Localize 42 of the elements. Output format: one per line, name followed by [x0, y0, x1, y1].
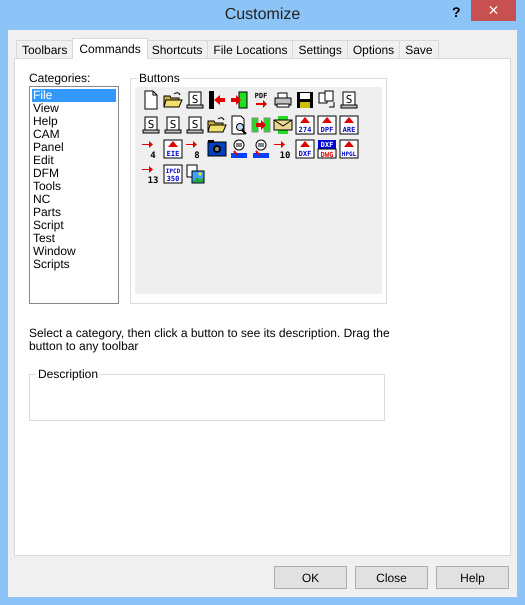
envelope-icon[interactable] — [273, 114, 293, 134]
category-item[interactable]: Tools — [32, 180, 116, 193]
folder-icon[interactable] — [207, 114, 227, 134]
tab[interactable]: Options — [346, 40, 400, 58]
instruction-text: Select a category, then click a button to see its description. Drag the button to any toolbar — [29, 327, 391, 353]
category-item[interactable]: Help — [32, 115, 116, 128]
image-copy-icon[interactable] — [185, 164, 205, 184]
robot-icon[interactable] — [251, 139, 271, 159]
magnifier-document-icon[interactable] — [229, 114, 249, 134]
window-title: Customize — [224, 5, 300, 25]
copy-icon[interactable] — [317, 90, 337, 110]
tab[interactable]: Toolbars — [16, 40, 74, 58]
tab[interactable]: Commands — [72, 38, 148, 59]
help-button[interactable]: ? — [452, 2, 461, 23]
tab[interactable]: Settings — [292, 40, 348, 58]
category-item[interactable]: DFM — [32, 167, 116, 180]
robot-icon[interactable] — [229, 139, 249, 159]
category-item[interactable]: Script — [32, 219, 116, 232]
tab[interactable]: Save — [399, 40, 439, 58]
folder-icon[interactable] — [163, 90, 183, 110]
door-arrow-icon[interactable] — [207, 90, 227, 110]
category-item[interactable]: Scripts — [32, 258, 116, 271]
close-button[interactable]: × — [471, 0, 516, 21]
dialog-button[interactable]: OK — [274, 566, 347, 589]
category-item[interactable]: Panel — [32, 141, 116, 154]
categories-label: Categories: — [29, 71, 92, 85]
description-label: Description — [36, 367, 100, 381]
transfer-arrow-icon[interactable] — [251, 114, 271, 134]
buttons-label: Buttons — [137, 71, 182, 85]
category-list[interactable]: File View Help CAM Panel Edit DFM Tools NC Parts Script Test Window Scripts — [29, 86, 119, 304]
category-item[interactable]: Window — [32, 245, 116, 258]
category-item[interactable]: Parts — [32, 206, 116, 219]
category-item[interactable]: Test — [32, 232, 116, 245]
printer-icon[interactable] — [273, 90, 293, 110]
dialog-button[interactable]: Help — [436, 566, 509, 589]
dialog-button[interactable]: Close — [355, 566, 428, 589]
door-arrow-icon[interactable] — [229, 90, 249, 110]
category-item[interactable]: Edit — [32, 154, 116, 167]
category-item[interactable]: View — [32, 102, 116, 115]
camera-icon[interactable] — [207, 139, 227, 159]
category-item[interactable]: CAM — [32, 128, 116, 141]
category-item[interactable]: NC — [32, 193, 116, 206]
